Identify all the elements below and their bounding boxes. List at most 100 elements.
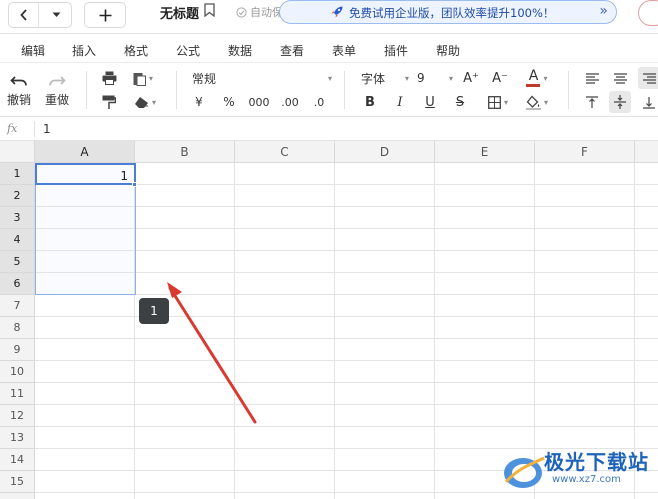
row-header-7[interactable]: 7 [0,295,35,317]
cell[interactable] [135,493,235,499]
cell[interactable] [335,449,435,471]
menu-formula[interactable]: 公式 [176,42,200,59]
cell[interactable] [535,229,635,251]
cell[interactable] [435,273,535,295]
underline-button[interactable]: U [422,93,438,111]
cell[interactable] [435,383,535,405]
column-header-e[interactable]: E [435,141,535,163]
cell[interactable] [235,185,335,207]
increase-decimal-button[interactable]: .00 [280,93,300,111]
cell[interactable] [35,449,135,471]
format-painter-button[interactable] [100,93,118,111]
cell[interactable] [535,207,635,229]
cell[interactable] [135,427,235,449]
cell[interactable] [635,295,658,317]
formula-input[interactable]: 1 [43,122,51,136]
cell[interactable] [435,361,535,383]
cell[interactable] [35,295,135,317]
row-header-10[interactable]: 10 [0,361,35,383]
menu-view[interactable]: 查看 [280,42,304,59]
bookmark-button[interactable] [204,2,215,21]
cell[interactable] [35,427,135,449]
cell[interactable] [635,163,658,185]
cell[interactable] [635,207,658,229]
cell[interactable] [335,427,435,449]
cell[interactable] [535,383,635,405]
cell[interactable] [635,273,658,295]
cell[interactable] [635,339,658,361]
history-dropdown-button[interactable] [40,3,72,27]
align-right-button[interactable] [638,67,658,89]
undo-button[interactable]: 撤销 [6,71,32,111]
row-header-2[interactable]: 2 [0,185,35,207]
borders-button[interactable]: ▾ [482,93,514,111]
menu-data[interactable]: 数据 [228,42,252,59]
cell[interactable] [435,295,535,317]
row-header-1[interactable]: 1 [0,163,35,185]
clear-format-button[interactable]: ▾ [128,93,162,111]
cell[interactable] [335,361,435,383]
cell[interactable] [535,339,635,361]
menu-insert[interactable]: 插入 [72,42,96,59]
percent-button[interactable]: % [220,93,238,111]
cell[interactable] [235,163,335,185]
fill-handle[interactable] [132,182,137,187]
cell[interactable] [635,185,658,207]
cell[interactable] [435,251,535,273]
cell[interactable] [335,163,435,185]
cell[interactable] [135,207,235,229]
row-header-4[interactable]: 4 [0,229,35,251]
cell[interactable] [335,229,435,251]
align-middle-button[interactable] [609,91,631,113]
column-header-partial[interactable] [635,141,658,163]
cell[interactable] [35,405,135,427]
row-header-8[interactable]: 8 [0,317,35,339]
cell[interactable] [335,383,435,405]
row-header-14[interactable]: 14 [0,449,35,471]
cell[interactable] [535,317,635,339]
cell[interactable] [535,405,635,427]
active-cell-a1[interactable]: 1 [35,163,136,185]
column-header-d[interactable]: D [335,141,435,163]
cell[interactable] [135,163,235,185]
new-document-button[interactable] [84,2,126,28]
fill-color-button[interactable]: ▾ [520,93,554,111]
cell[interactable] [35,339,135,361]
decrease-font-size-button[interactable]: A⁻ [490,69,510,87]
bold-button[interactable]: B [362,93,378,111]
row-header-13[interactable]: 13 [0,427,35,449]
cell[interactable] [335,471,435,493]
cell[interactable] [135,449,235,471]
cell[interactable] [335,273,435,295]
cell[interactable] [635,251,658,273]
cell[interactable] [535,185,635,207]
cell[interactable] [635,229,658,251]
decrease-decimal-button[interactable]: .0 [310,93,328,111]
document-title[interactable]: 无标题 [160,3,199,22]
cell[interactable] [235,449,335,471]
cell[interactable] [135,229,235,251]
cell[interactable] [35,383,135,405]
select-all-corner[interactable] [0,141,35,163]
cell[interactable] [335,405,435,427]
cell[interactable] [235,471,335,493]
font-color-button[interactable]: A ▾ [520,68,554,88]
row-header-9[interactable]: 9 [0,339,35,361]
align-top-button[interactable] [582,93,602,111]
row-header-6[interactable]: 6 [0,273,35,295]
number-format-select[interactable]: 常规 ▾ [192,69,332,87]
redo-button[interactable]: 重做 [44,71,70,111]
menu-format[interactable]: 格式 [124,42,148,59]
cell[interactable] [435,207,535,229]
cell[interactable] [135,185,235,207]
increase-font-size-button[interactable]: A⁺ [461,69,481,87]
cell[interactable] [35,317,135,339]
menu-plugins[interactable]: 插件 [384,42,408,59]
align-bottom-button[interactable] [640,93,658,111]
row-header-12[interactable]: 12 [0,405,35,427]
cell[interactable] [535,251,635,273]
cell[interactable] [335,185,435,207]
currency-button[interactable]: ¥ [192,93,206,111]
cell[interactable] [535,361,635,383]
cell[interactable] [35,471,135,493]
